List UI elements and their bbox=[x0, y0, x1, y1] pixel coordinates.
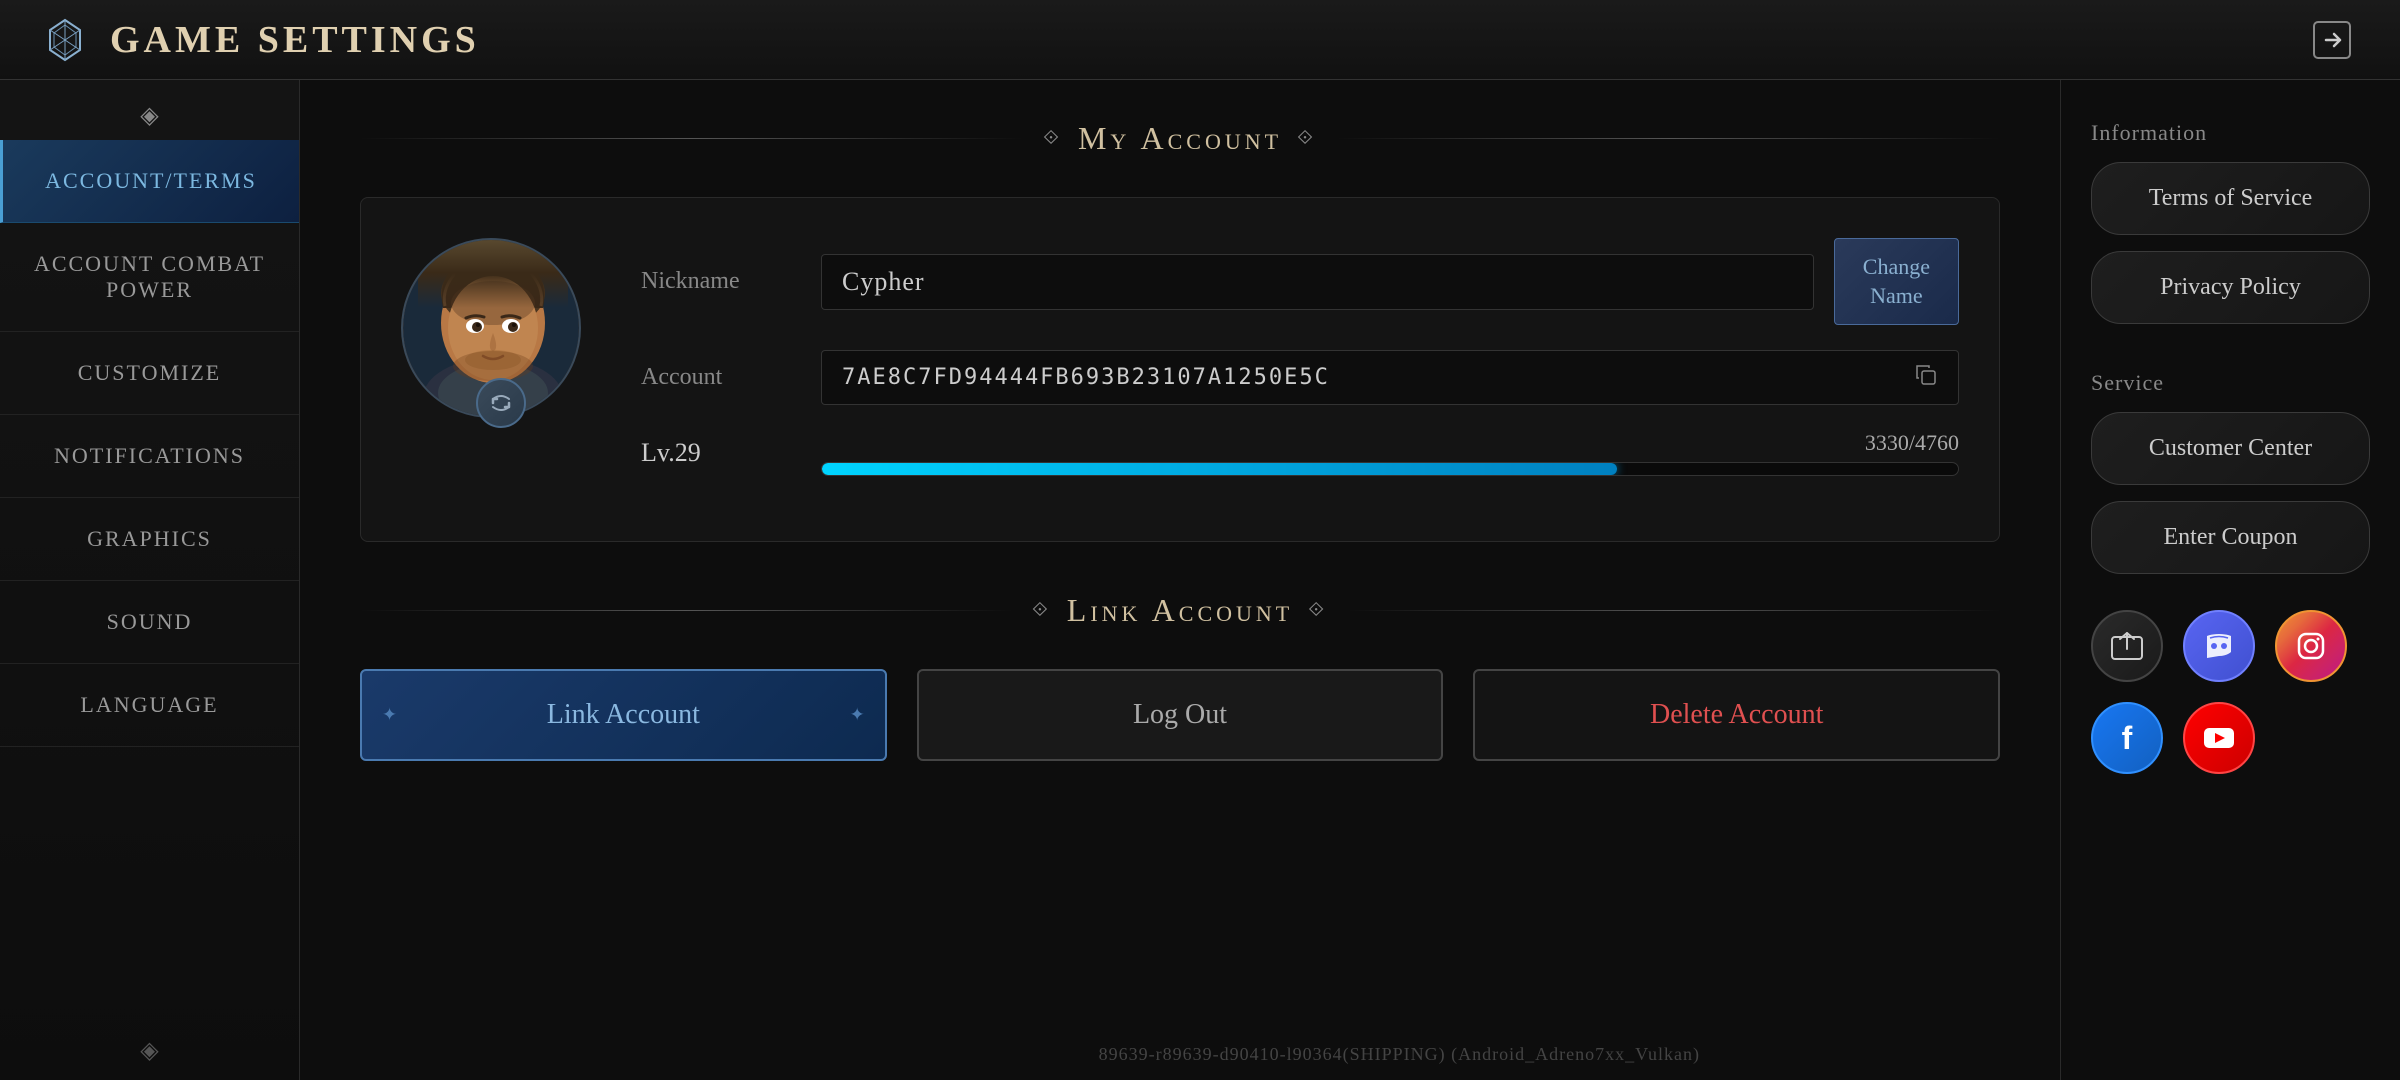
account-card: Nickname Cypher ChangeName Account 7AE8C… bbox=[360, 197, 2000, 542]
diamond-deco-right: ⟐ bbox=[1297, 127, 1317, 150]
facebook-f-letter: f bbox=[2122, 720, 2133, 757]
sidebar-item-account-combat-power[interactable]: Account Combat Power bbox=[0, 223, 299, 332]
header: Game Settings bbox=[0, 0, 2400, 80]
facebook-icon-button[interactable]: f bbox=[2091, 702, 2163, 774]
nickname-row: Nickname Cypher ChangeName bbox=[641, 238, 1959, 325]
link-diamond-left: ⟐ bbox=[1032, 599, 1052, 622]
diamond-deco-left: ⟐ bbox=[1043, 127, 1063, 150]
share-icon-button[interactable] bbox=[2091, 610, 2163, 682]
change-name-button[interactable]: ChangeName bbox=[1834, 238, 1959, 325]
my-account-header: ⟐ My Account ⟐ bbox=[360, 120, 2000, 157]
level-label: Lv.29 bbox=[641, 438, 801, 468]
social-row-2: f bbox=[2091, 702, 2370, 774]
instagram-icon-button[interactable] bbox=[2275, 610, 2347, 682]
exit-button[interactable] bbox=[2304, 12, 2360, 68]
build-info: 89639-r89639-d90410-l90364(SHIPPING) (An… bbox=[1099, 1044, 1700, 1065]
service-label: Service bbox=[2091, 370, 2370, 396]
delete-account-button[interactable]: Delete Account bbox=[1473, 669, 2000, 761]
level-bar-bg bbox=[821, 462, 1959, 476]
content-area: ⟐ My Account ⟐ bbox=[300, 80, 2060, 1080]
link-account-title: ⟐ Link Account ⟐ bbox=[1032, 592, 1328, 629]
level-row: Lv.29 3330/4760 bbox=[641, 430, 1959, 476]
account-label: Account bbox=[641, 364, 801, 391]
nickname-value: Cypher bbox=[821, 254, 1814, 310]
account-row: Account 7AE8C7FD94444FB693B23107A1250E5C bbox=[641, 350, 1959, 405]
sidebar-item-notifications[interactable]: Notifications bbox=[0, 415, 299, 498]
header-line-right bbox=[1337, 138, 2000, 139]
sidebar-item-account-terms[interactable]: Account/Terms bbox=[0, 140, 299, 223]
discord-icon-button[interactable] bbox=[2183, 610, 2255, 682]
level-bar-info: 3330/4760 bbox=[821, 430, 1959, 456]
sidebar-item-language[interactable]: Language bbox=[0, 664, 299, 747]
customer-center-button[interactable]: Customer Center bbox=[2091, 412, 2370, 485]
level-bar-fill bbox=[822, 463, 1617, 475]
link-account-section: ⟐ Link Account ⟐ Link Account Log Out De… bbox=[360, 592, 2000, 761]
nickname-label: Nickname bbox=[641, 268, 801, 295]
sidebar-item-sound[interactable]: Sound bbox=[0, 581, 299, 664]
account-id-value: 7AE8C7FD94444FB693B23107A1250E5C bbox=[821, 350, 1959, 405]
link-account-button[interactable]: Link Account bbox=[360, 669, 887, 761]
main-container: ◈ Account/Terms Account Combat Power Cus… bbox=[0, 80, 2400, 1080]
link-diamond-right: ⟐ bbox=[1308, 599, 1328, 622]
account-info: Nickname Cypher ChangeName Account 7AE8C… bbox=[641, 238, 1959, 501]
sidebar: ◈ Account/Terms Account Combat Power Cus… bbox=[0, 80, 300, 1080]
right-panel: Information Terms of Service Privacy Pol… bbox=[2060, 80, 2400, 1080]
header-line-left bbox=[360, 138, 1023, 139]
terms-of-service-button[interactable]: Terms of Service bbox=[2091, 162, 2370, 235]
avatar-container bbox=[401, 238, 601, 438]
social-row bbox=[2091, 610, 2370, 682]
level-bar-container: 3330/4760 bbox=[821, 430, 1959, 476]
service-section: Service Customer Center Enter Coupon bbox=[2091, 370, 2370, 590]
page-title: Game Settings bbox=[110, 18, 480, 62]
avatar-swap-button[interactable] bbox=[476, 378, 526, 428]
link-header-line-left bbox=[360, 610, 1012, 611]
game-logo-icon bbox=[40, 15, 90, 65]
header-left: Game Settings bbox=[40, 15, 480, 65]
logout-button[interactable]: Log Out bbox=[917, 669, 1444, 761]
enter-coupon-button[interactable]: Enter Coupon bbox=[2091, 501, 2370, 574]
privacy-policy-button[interactable]: Privacy Policy bbox=[2091, 251, 2370, 324]
sidebar-item-customize[interactable]: Customize bbox=[0, 332, 299, 415]
sidebar-item-graphics[interactable]: Graphics bbox=[0, 498, 299, 581]
copy-icon[interactable] bbox=[1914, 363, 1938, 392]
link-buttons: Link Account Log Out Delete Account bbox=[360, 669, 2000, 761]
information-label: Information bbox=[2091, 120, 2370, 146]
link-header-line-right bbox=[1348, 610, 2000, 611]
link-account-header: ⟐ Link Account ⟐ bbox=[360, 592, 2000, 629]
sidebar-deco-top: ◈ bbox=[110, 100, 190, 130]
my-account-title: ⟐ My Account ⟐ bbox=[1043, 120, 1317, 157]
sidebar-deco-bottom: ◈ bbox=[110, 1035, 190, 1065]
youtube-icon-button[interactable] bbox=[2183, 702, 2255, 774]
